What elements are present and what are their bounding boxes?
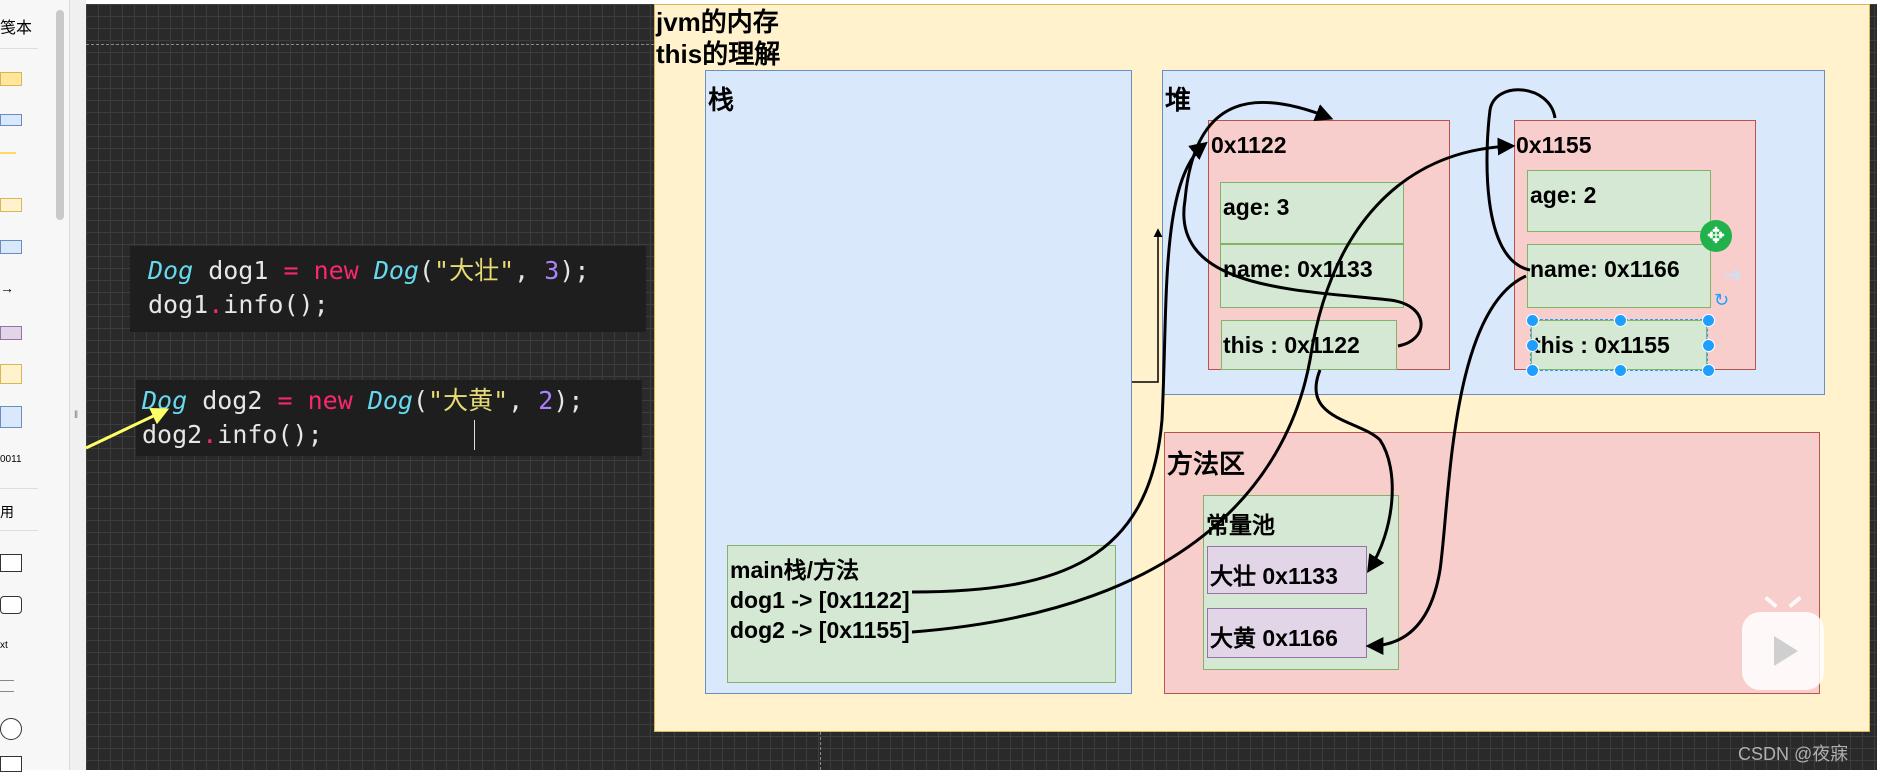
palette-divider (0, 48, 38, 49)
code-token: info(); (223, 290, 329, 319)
string-constant-text: 大黄 0x1166 (1210, 625, 1338, 651)
constant-pool-label: 常量池 (1206, 512, 1275, 538)
text-cursor (474, 420, 475, 450)
field-this-text: this : 0x1155 (1533, 332, 1670, 358)
code-line: dog1.info(); (148, 288, 646, 322)
resize-handle[interactable] (1526, 339, 1539, 352)
palette-shape-rectangle[interactable] (0, 554, 22, 572)
palette-shape-line[interactable] (0, 152, 16, 154)
code-token: new (313, 256, 359, 285)
code-token: . (202, 420, 218, 449)
string-constant-text: 大壮 0x1133 (1210, 563, 1338, 589)
palette-shape-square[interactable] (0, 406, 22, 428)
code-line: Dog dog2 = new Dog("大黄", 2); (142, 384, 642, 418)
code-token: = (277, 386, 293, 415)
code-snippet-dog2[interactable]: Dog dog2 = new Dog("大黄", 2); dog2.info()… (136, 380, 642, 456)
code-token: info(); (217, 420, 323, 449)
resize-handle[interactable] (1614, 314, 1627, 327)
palette-divider (0, 530, 38, 531)
resize-handle[interactable] (1702, 339, 1715, 352)
code-token: 3 (544, 256, 560, 285)
field-age-text: age: 3 (1223, 194, 1290, 220)
code-token: 2 (538, 386, 554, 415)
resize-handle[interactable] (1614, 364, 1627, 377)
code-token: dog1 (148, 290, 209, 319)
code-token: dog2 (187, 386, 278, 415)
palette-shape-box[interactable] (0, 114, 22, 126)
diagram-title: jvm的内存 this的理解 (656, 6, 780, 70)
code-token: . (208, 290, 224, 319)
code-token: = (283, 256, 299, 285)
palette-shape-rect-blue[interactable] (0, 240, 22, 254)
palette-heading: 笺本 (0, 20, 33, 37)
object-address: 0x1155 (1516, 132, 1592, 158)
code-token: Dog (148, 256, 194, 285)
field-name-text: name: 0x1133 (1223, 256, 1373, 282)
page-break-line (820, 732, 821, 770)
video-play-overlay[interactable] (1742, 595, 1824, 690)
palette-section-label: 用 (0, 504, 14, 520)
palette-shape-note[interactable] (0, 72, 22, 86)
play-icon (1774, 636, 1798, 666)
palette-shape-rect-yellow[interactable] (0, 198, 22, 212)
palette-text-shape[interactable]: xt (0, 640, 8, 651)
field-age-text: age: 2 (1530, 182, 1597, 208)
code-token: "大黄" (428, 386, 509, 415)
shape-palette[interactable]: 笺本 → 0011 用 xt (0, 0, 70, 772)
main-frame-text: main栈/方法 dog1 -> [0x1122] dog2 -> [0x115… (730, 555, 910, 645)
resize-handle[interactable] (1702, 314, 1715, 327)
code-line: Dog dog1 = new Dog("大壮", 3); (148, 254, 646, 288)
resize-handle[interactable] (1526, 314, 1539, 327)
stack-label: 栈 (708, 85, 735, 115)
code-token: new (307, 386, 353, 415)
object-address: 0x1122 (1211, 132, 1287, 158)
connect-arrow-icon[interactable]: ➜ (1724, 262, 1742, 288)
main-frame-title: main栈/方法 (730, 557, 860, 583)
resize-handle[interactable] (1702, 364, 1715, 377)
palette-scrollbar[interactable] (56, 10, 64, 220)
code-token: Dog (373, 256, 419, 285)
code-token: Dog (367, 386, 413, 415)
title-line-1: jvm的内存 (656, 7, 779, 37)
code-token: Dog (142, 386, 188, 415)
code-token: ); (559, 256, 590, 285)
move-icon[interactable]: ✥ (1700, 220, 1732, 252)
palette-divider (0, 488, 38, 489)
title-line-2: this的理解 (656, 39, 781, 69)
heap-label: 堆 (1165, 85, 1192, 115)
code-token: ); (553, 386, 584, 415)
code-token: , (508, 386, 539, 415)
palette-arrow-icon[interactable]: → (0, 280, 14, 296)
palette-shape-ellipse[interactable] (0, 718, 22, 740)
palette-shape-textblock[interactable] (0, 680, 14, 692)
palette-shape-rect-tall[interactable] (0, 364, 22, 384)
dog2-reference: dog2 -> [0x1155] (730, 617, 910, 643)
palette-shape-rounded[interactable] (0, 596, 22, 614)
code-line: dog2.info(); (142, 418, 642, 452)
code-token: dog1 (193, 256, 284, 285)
code-token: "大壮" (434, 256, 515, 285)
palette-shape-rect-purple[interactable] (0, 326, 22, 340)
code-token: ( (412, 386, 429, 415)
resize-handle[interactable] (1526, 364, 1539, 377)
dog1-reference: dog1 -> [0x1122] (730, 587, 910, 613)
field-this-text: this : 0x1122 (1223, 332, 1360, 358)
code-token: ( (418, 256, 435, 285)
splitter[interactable]: ‖ (70, 0, 86, 770)
watermark: CSDN @夜寐 (1738, 744, 1849, 764)
palette-text: 0011 (0, 454, 22, 465)
code-snippet-dog1[interactable]: Dog dog1 = new Dog("大壮", 3); dog1.info()… (130, 246, 646, 332)
code-token: , (514, 256, 545, 285)
rotate-icon[interactable]: ↻ (1714, 290, 1729, 311)
method-area-label: 方法区 (1167, 449, 1246, 479)
page-break-line (86, 44, 654, 45)
code-token: dog2 (142, 420, 203, 449)
field-name-text: name: 0x1166 (1530, 256, 1680, 282)
